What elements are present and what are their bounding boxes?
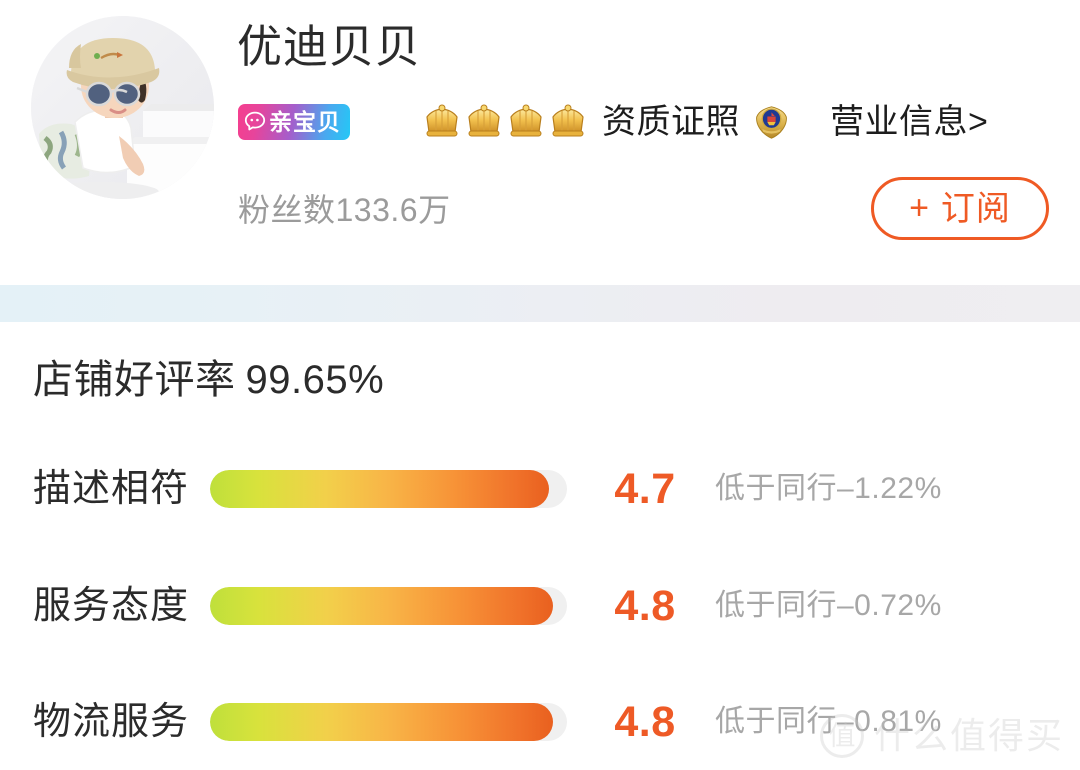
- rating-bar-track: [210, 587, 567, 625]
- certification-label: 资质证照: [602, 103, 740, 141]
- rating-bar-track: [210, 470, 567, 508]
- rating-label: 物流服务: [33, 701, 190, 743]
- rating-comparison: 低于同行–0.81%: [715, 705, 942, 738]
- avatar-image: [31, 16, 214, 199]
- shop-badge-row: 亲宝贝 资质证照 营业信息>: [238, 100, 988, 144]
- shop-name: 优迪贝贝: [237, 21, 422, 72]
- police-badge-icon: [740, 104, 790, 141]
- subscribe-button[interactable]: + 订阅: [871, 177, 1049, 240]
- rating-bar-fill: [210, 587, 553, 625]
- brand-badge-label: 亲宝贝: [269, 108, 341, 135]
- plus-icon: +: [909, 188, 929, 227]
- speech-bubble-icon: [244, 111, 266, 133]
- rating-row: 描述相符 4.7 低于同行–1.22%: [0, 458, 1080, 520]
- overall-positive-rate-value: 99.65%: [245, 358, 385, 402]
- rating-comparison: 低于同行–0.72%: [715, 589, 942, 622]
- section-divider: [0, 285, 1080, 322]
- overall-positive-rate-label: 店铺好评率: [33, 358, 236, 402]
- subscribe-button-label: 订阅: [940, 189, 1011, 228]
- rating-score: 4.7: [614, 465, 676, 513]
- business-info-link[interactable]: 营业信息>: [830, 105, 988, 139]
- rating-row: 服务态度 4.8 低于同行–0.72%: [0, 575, 1080, 637]
- rating-comparison: 低于同行–1.22%: [715, 472, 942, 505]
- rating-label: 描述相符: [33, 468, 190, 510]
- rating-label: 服务态度: [33, 585, 190, 627]
- rating-row: 物流服务 4.8 低于同行–0.81%: [0, 691, 1080, 753]
- crown-rating: [422, 102, 588, 142]
- avatar[interactable]: [31, 16, 214, 199]
- crown-icon: [548, 102, 588, 142]
- crown-icon: [506, 102, 546, 142]
- crown-icon: [422, 102, 462, 142]
- rating-bar-track: [210, 703, 567, 741]
- rating-score: 4.8: [614, 582, 676, 630]
- rating-bar-fill: [210, 470, 550, 508]
- rating-bar-fill: [210, 703, 553, 741]
- brand-badge[interactable]: 亲宝贝: [238, 104, 350, 140]
- crown-icon: [464, 102, 504, 142]
- rating-score: 4.8: [614, 698, 676, 746]
- shop-header: 优迪贝贝 亲宝贝 资质证照 营业信息> 粉丝数133.6万 + 订阅: [0, 0, 1080, 285]
- fans-count: 粉丝数133.6万: [238, 192, 451, 228]
- overall-positive-rate: 店铺好评率 99.65%: [33, 355, 384, 405]
